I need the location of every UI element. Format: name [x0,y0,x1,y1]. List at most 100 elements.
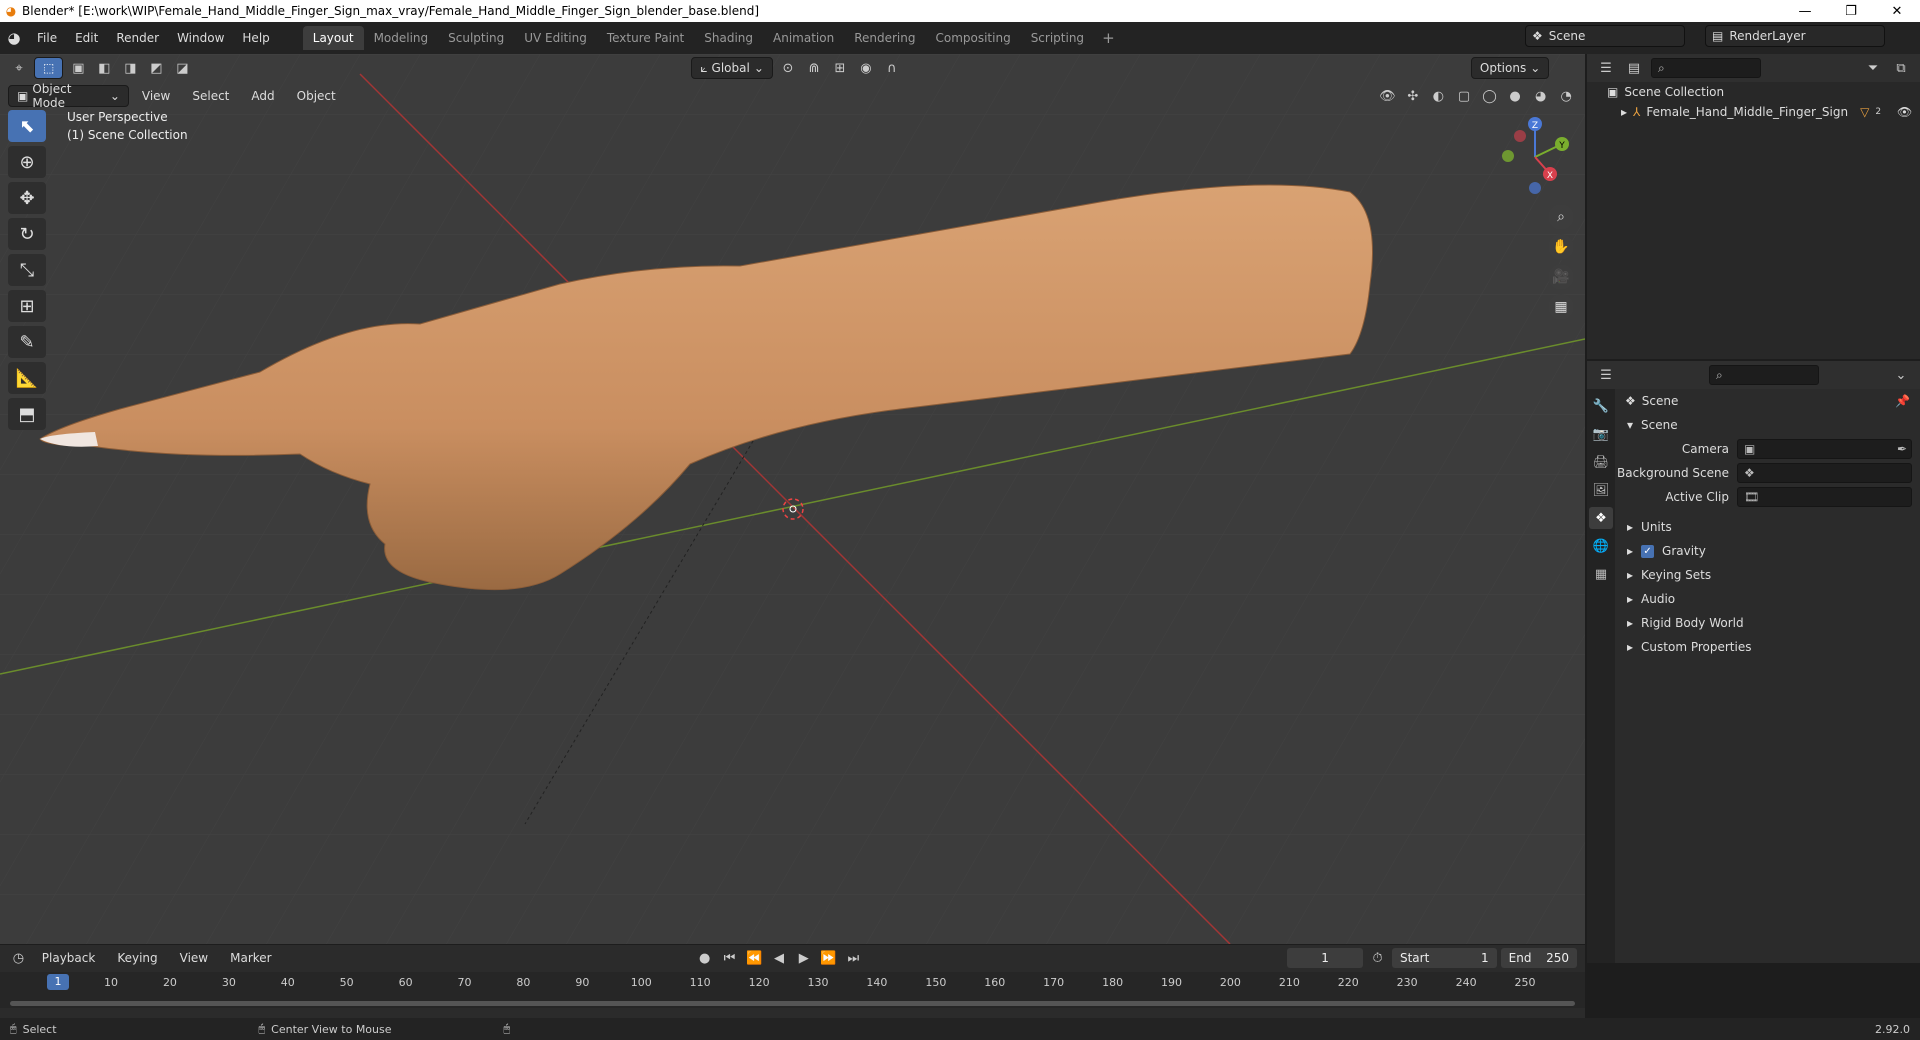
xray-icon[interactable]: ▢ [1453,85,1475,107]
snap-target-icon[interactable]: ⊞ [829,57,851,79]
editor-type-icon[interactable]: ⌖ [8,57,30,79]
timeline-menu-view[interactable]: View [171,951,217,965]
minimize-button[interactable]: — [1782,0,1828,22]
rigid-body-world-panel[interactable]: ▸ Rigid Body World [1617,611,1920,635]
select-mode-invert-icon[interactable]: ◩ [145,57,167,79]
expand-arrow-icon[interactable]: ▸ [1621,105,1627,119]
proportional-falloff-icon[interactable]: ∩ [881,57,903,79]
transform-orientation-dropdown[interactable]: ⟀ Global ⌄ [691,57,773,79]
new-collection-icon[interactable]: ⧉ [1890,57,1912,79]
cursor-tool-icon[interactable]: ⊕ [8,146,46,178]
outliner-row-scene-collection[interactable]: ▣ Scene Collection [1587,82,1920,102]
scene-selector[interactable]: ❖ Scene [1525,25,1685,47]
timeline-menu-keying[interactable]: Keying [108,951,166,965]
view-layer-tab-icon[interactable]: 🖼 [1589,479,1613,501]
close-button[interactable]: ✕ [1874,0,1920,22]
start-frame-field[interactable]: Start 1 [1391,948,1497,968]
workspace-tab-uv-editing[interactable]: UV Editing [514,26,597,50]
blender-menu-icon[interactable]: ◕ [0,29,28,47]
background-scene-field[interactable]: ❖ [1737,463,1912,483]
add-cube-tool-icon[interactable]: ⬒ [8,398,46,430]
gravity-checkbox[interactable]: ✓ [1641,544,1655,558]
3d-viewport[interactable]: ⌖ ⬚ ▣ ◧ ◨ ◩ ◪ ⟀ Global ⌄ ⊙ ⋒ ⊞ ◉ ∩ Optio… [0,54,1585,944]
jump-start-icon[interactable]: ⏮ [719,947,740,969]
active-clip-field[interactable]: 🎞 [1737,487,1912,507]
workspace-tab-animation[interactable]: Animation [763,26,844,50]
custom-properties-panel[interactable]: ▸ Custom Properties [1617,635,1920,659]
navigation-gizmo[interactable]: Z Y X [1490,112,1580,202]
render-tab-icon[interactable]: 📷 [1589,423,1613,445]
outliner-display-mode-icon[interactable]: ▤ [1623,57,1645,79]
tool-tab-icon[interactable]: 🔧 [1589,395,1613,417]
menu-file[interactable]: File [28,31,66,45]
play-reverse-icon[interactable]: ◀ [769,947,790,969]
scale-tool-icon[interactable]: ⤡ [8,254,46,286]
select-mode-new-icon[interactable]: ▣ [67,57,89,79]
select-mode-intersect-icon[interactable]: ◪ [171,57,193,79]
maximize-button[interactable]: ❐ [1828,0,1874,22]
shading-solid-icon[interactable]: ● [1504,85,1526,107]
play-icon[interactable]: ▶ [793,947,814,969]
gizmo-toggle-icon[interactable]: ✣ [1402,85,1424,107]
visibility-eye-icon[interactable]: 👁 [1897,105,1912,119]
world-tab-icon[interactable]: 🌐 [1589,535,1613,557]
menu-render[interactable]: Render [107,31,168,45]
timeline-menu-marker[interactable]: Marker [221,951,280,965]
properties-search-input[interactable]: ⌕ [1709,365,1819,385]
add-workspace-icon[interactable]: + [1094,29,1123,47]
overlays-icon[interactable]: ◐ [1428,85,1450,107]
timeline-scrollbar[interactable] [10,1001,1575,1006]
viewport-menu-add[interactable]: Add [242,89,283,103]
workspace-tab-compositing[interactable]: Compositing [925,26,1020,50]
select-box-icon[interactable]: ⬚ [34,57,64,79]
scene-panel-header[interactable]: ▾ Scene [1617,413,1920,437]
shading-material-icon[interactable]: ◕ [1530,85,1552,107]
outliner-editor-icon[interactable]: ☰ [1595,57,1617,79]
timeline-editor-icon[interactable]: ◷ [8,947,29,969]
end-frame-field[interactable]: End 250 [1500,948,1578,968]
proportional-edit-icon[interactable]: ◉ [855,57,877,79]
camera-field[interactable]: ▣ ✒ [1737,439,1912,459]
select-mode-extend-icon[interactable]: ◧ [93,57,115,79]
workspace-tab-scripting[interactable]: Scripting [1021,26,1094,50]
properties-editor-icon[interactable]: ☰ [1595,364,1617,386]
options-dropdown[interactable]: Options ⌄ [1470,57,1550,79]
jump-keyframe-forward-icon[interactable]: ⏩ [818,947,839,969]
object-mode-dropdown[interactable]: ▣ Object Mode ⌄ [8,82,129,110]
output-tab-icon[interactable]: 🖨 [1589,451,1613,473]
snap-icon[interactable]: ⋒ [803,57,825,79]
pivot-point-icon[interactable]: ⊙ [777,57,799,79]
gravity-panel[interactable]: ▸ ✓ Gravity [1617,539,1920,563]
annotate-tool-icon[interactable]: ✎ [8,326,46,358]
workspace-tab-layout[interactable]: Layout [302,26,364,50]
camera-view-icon[interactable]: 🎥 [1548,264,1574,290]
audio-panel[interactable]: ▸ Audio [1617,587,1920,611]
workspace-tab-modeling[interactable]: Modeling [364,26,439,50]
view-layer-selector[interactable]: ▤ RenderLayer [1705,25,1885,47]
viewport-menu-select[interactable]: Select [183,89,238,103]
eyedropper-icon[interactable]: ✒ [1897,442,1907,456]
workspace-tab-sculpting[interactable]: Sculpting [438,26,514,50]
shading-rendered-icon[interactable]: ◔ [1555,85,1577,107]
outliner-row-object[interactable]: ▸ ⅄ Female_Hand_Middle_Finger_Sign ▽ 2 👁 [1587,102,1920,122]
workspace-tab-shading[interactable]: Shading [694,26,763,50]
jump-end-icon[interactable]: ⏭ [843,947,864,969]
texture-tab-icon[interactable]: ▦ [1589,563,1613,585]
move-tool-icon[interactable]: ✥ [8,182,46,214]
pin-icon[interactable]: 📌 [1895,394,1910,408]
viewport-menu-view[interactable]: View [133,89,179,103]
zoom-icon[interactable]: ⌕ [1548,204,1574,230]
timeline-menu-playback[interactable]: Playback [33,951,105,965]
workspace-tab-texture-paint[interactable]: Texture Paint [597,26,694,50]
shading-wireframe-icon[interactable]: ◯ [1479,85,1501,107]
units-panel[interactable]: ▸ Units [1617,515,1920,539]
menu-edit[interactable]: Edit [66,31,107,45]
keying-sets-panel[interactable]: ▸ Keying Sets [1617,563,1920,587]
playhead-frame-marker[interactable]: 1 [47,974,69,990]
visibility-eye-icon[interactable]: 👁 [1377,85,1399,107]
chevron-down-icon[interactable]: ⌄ [1890,364,1912,386]
filter-icon[interactable]: ⏷ [1862,57,1884,79]
select-mode-subtract-icon[interactable]: ◨ [119,57,141,79]
transform-tool-icon[interactable]: ⊞ [8,290,46,322]
stopwatch-icon[interactable]: ⏱ [1367,947,1388,969]
